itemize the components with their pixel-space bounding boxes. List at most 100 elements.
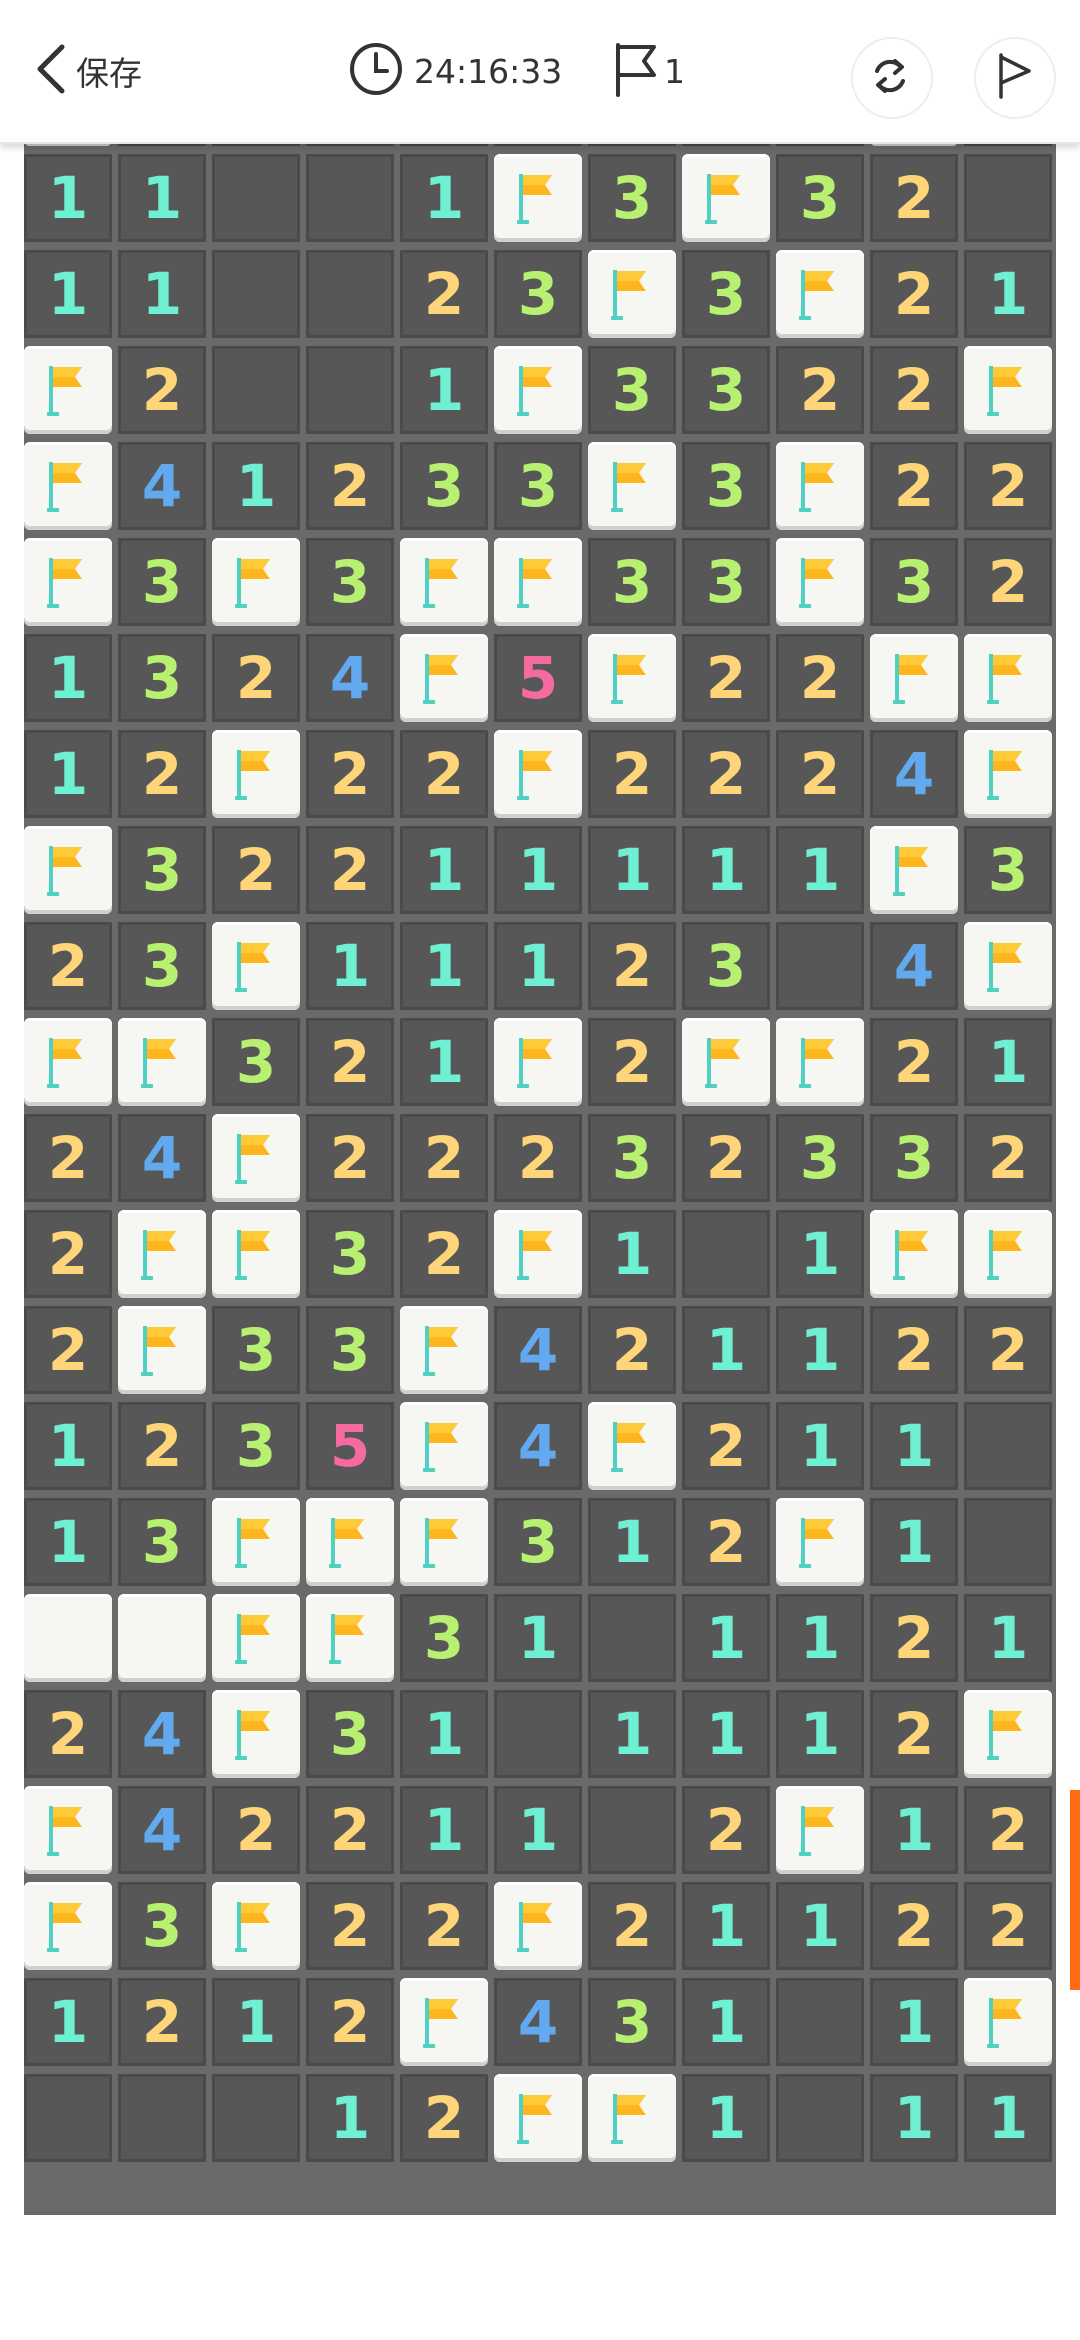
- number-cell[interactable]: 1: [212, 442, 300, 530]
- flagged-cell[interactable]: [494, 1018, 582, 1106]
- number-cell[interactable]: 1: [682, 1690, 770, 1778]
- number-cell[interactable]: 2: [964, 538, 1052, 626]
- number-cell[interactable]: 1: [682, 2074, 770, 2162]
- number-cell[interactable]: 2: [24, 1210, 112, 1298]
- number-cell[interactable]: 2: [24, 1690, 112, 1778]
- number-cell[interactable]: 2: [118, 730, 206, 818]
- number-cell[interactable]: 3: [494, 250, 582, 338]
- number-cell[interactable]: 1: [776, 826, 864, 914]
- number-cell[interactable]: 2: [964, 1306, 1052, 1394]
- scrollbar-thumb[interactable]: [1070, 1790, 1080, 1990]
- number-cell[interactable]: 1: [212, 1978, 300, 2066]
- flagged-cell[interactable]: [964, 1690, 1052, 1778]
- empty-cell[interactable]: [24, 2074, 112, 2162]
- number-cell[interactable]: 1: [24, 1498, 112, 1586]
- number-cell[interactable]: 1: [964, 2074, 1052, 2162]
- number-cell[interactable]: 4: [306, 634, 394, 722]
- number-cell[interactable]: 2: [588, 922, 676, 1010]
- flagged-cell[interactable]: [964, 1210, 1052, 1298]
- number-cell[interactable]: 4: [870, 730, 958, 818]
- flagged-cell[interactable]: [118, 1210, 206, 1298]
- flagged-cell[interactable]: [682, 1018, 770, 1106]
- number-cell[interactable]: 4: [494, 1978, 582, 2066]
- flagged-cell[interactable]: [24, 826, 112, 914]
- flagged-cell[interactable]: [212, 1210, 300, 1298]
- number-cell[interactable]: 3: [400, 1594, 488, 1682]
- number-cell[interactable]: 2: [870, 250, 958, 338]
- number-cell[interactable]: 1: [870, 1498, 958, 1586]
- empty-cell[interactable]: [118, 2074, 206, 2162]
- flagged-cell[interactable]: [870, 826, 958, 914]
- empty-cell[interactable]: [588, 1594, 676, 1682]
- number-cell[interactable]: 3: [870, 1114, 958, 1202]
- flagged-cell[interactable]: [588, 2074, 676, 2162]
- number-cell[interactable]: 2: [776, 730, 864, 818]
- number-cell[interactable]: 1: [870, 1402, 958, 1490]
- number-cell[interactable]: 3: [212, 1306, 300, 1394]
- number-cell[interactable]: 2: [964, 1882, 1052, 1970]
- number-cell[interactable]: 2: [400, 1210, 488, 1298]
- number-cell[interactable]: 1: [964, 1594, 1052, 1682]
- number-cell[interactable]: 2: [870, 1690, 958, 1778]
- flagged-cell[interactable]: [400, 1402, 488, 1490]
- number-cell[interactable]: 1: [870, 1978, 958, 2066]
- number-cell[interactable]: 2: [306, 1018, 394, 1106]
- flagged-cell[interactable]: [964, 1978, 1052, 2066]
- number-cell[interactable]: 2: [682, 1402, 770, 1490]
- flagged-cell[interactable]: [212, 538, 300, 626]
- empty-cell[interactable]: [964, 1402, 1052, 1490]
- flagged-cell[interactable]: [494, 154, 582, 242]
- empty-cell[interactable]: [776, 1978, 864, 2066]
- empty-cell[interactable]: [776, 922, 864, 1010]
- number-cell[interactable]: 1: [24, 154, 112, 242]
- flagged-cell[interactable]: [400, 1498, 488, 1586]
- number-cell[interactable]: 2: [588, 730, 676, 818]
- number-cell[interactable]: 2: [494, 1114, 582, 1202]
- number-cell[interactable]: 1: [682, 1978, 770, 2066]
- number-cell[interactable]: 1: [494, 1786, 582, 1874]
- number-cell[interactable]: 2: [212, 826, 300, 914]
- empty-cell[interactable]: [306, 250, 394, 338]
- number-cell[interactable]: 1: [588, 1690, 676, 1778]
- back-save-button[interactable]: 保存: [30, 0, 142, 142]
- flagged-cell[interactable]: [24, 346, 112, 434]
- number-cell[interactable]: 4: [118, 1786, 206, 1874]
- number-cell[interactable]: 1: [682, 1882, 770, 1970]
- number-cell[interactable]: 4: [118, 442, 206, 530]
- number-cell[interactable]: 2: [118, 1978, 206, 2066]
- empty-cell[interactable]: [776, 2074, 864, 2162]
- flagged-cell[interactable]: [400, 634, 488, 722]
- number-cell[interactable]: 3: [682, 442, 770, 530]
- number-cell[interactable]: 1: [776, 1402, 864, 1490]
- number-cell[interactable]: 1: [400, 1690, 488, 1778]
- flagged-cell[interactable]: [212, 1114, 300, 1202]
- flagged-cell[interactable]: [588, 250, 676, 338]
- number-cell[interactable]: 3: [306, 1306, 394, 1394]
- number-cell[interactable]: 1: [400, 1018, 488, 1106]
- number-cell[interactable]: 2: [870, 1882, 958, 1970]
- number-cell[interactable]: 4: [118, 1690, 206, 1778]
- flagged-cell[interactable]: [212, 922, 300, 1010]
- number-cell[interactable]: 1: [870, 1786, 958, 1874]
- number-cell[interactable]: 3: [306, 538, 394, 626]
- number-cell[interactable]: 1: [776, 1690, 864, 1778]
- empty-cell[interactable]: [494, 1690, 582, 1778]
- number-cell[interactable]: 2: [682, 730, 770, 818]
- number-cell[interactable]: 1: [118, 250, 206, 338]
- number-cell[interactable]: 1: [24, 250, 112, 338]
- flagged-cell[interactable]: [776, 1786, 864, 1874]
- number-cell[interactable]: 1: [964, 1018, 1052, 1106]
- empty-cell[interactable]: [964, 154, 1052, 242]
- number-cell[interactable]: 4: [118, 1114, 206, 1202]
- flagged-cell[interactable]: [494, 538, 582, 626]
- number-cell[interactable]: 2: [306, 1786, 394, 1874]
- number-cell[interactable]: 2: [400, 2074, 488, 2162]
- number-cell[interactable]: 1: [588, 1210, 676, 1298]
- flagged-cell[interactable]: [588, 634, 676, 722]
- flagged-cell[interactable]: [494, 2074, 582, 2162]
- number-cell[interactable]: 1: [870, 2074, 958, 2162]
- number-cell[interactable]: 1: [494, 826, 582, 914]
- number-cell[interactable]: 2: [118, 1402, 206, 1490]
- number-cell[interactable]: 2: [24, 1114, 112, 1202]
- unrevealed-cell[interactable]: [24, 1594, 112, 1682]
